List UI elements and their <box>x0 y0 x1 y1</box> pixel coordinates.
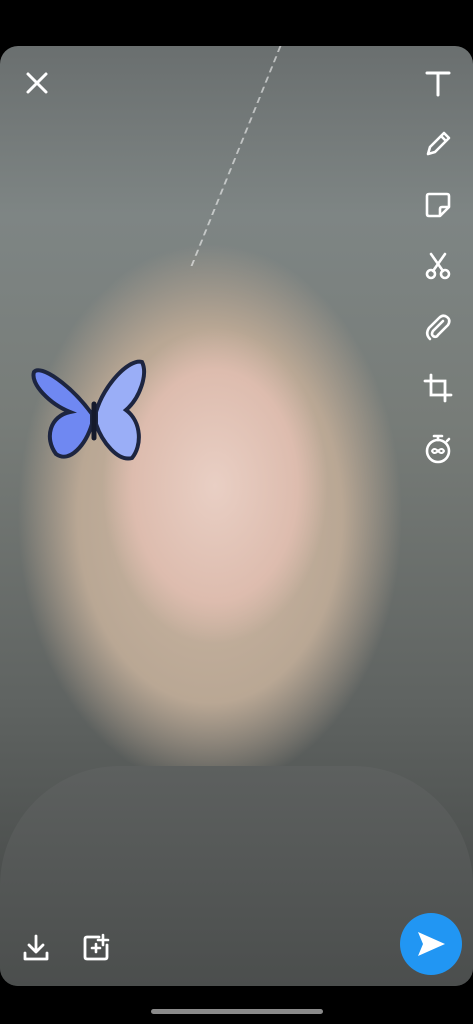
scissors-icon <box>425 252 451 280</box>
crop-icon <box>423 373 453 403</box>
send-button[interactable] <box>400 913 462 975</box>
crop-tool-button[interactable] <box>421 371 455 405</box>
close-button[interactable] <box>20 66 54 100</box>
pencil-icon <box>426 131 451 156</box>
text-icon <box>425 71 451 97</box>
close-icon <box>26 72 48 94</box>
send-arrow-icon <box>418 932 445 956</box>
text-tool-button[interactable] <box>421 66 455 100</box>
snap-photo <box>0 46 473 986</box>
seat-stitching <box>190 46 362 266</box>
sticker-icon <box>425 192 451 218</box>
add-to-story-icon <box>83 933 110 961</box>
paperclip-icon <box>425 314 451 341</box>
sticker-tool-button[interactable] <box>421 188 455 222</box>
save-button[interactable] <box>18 930 54 966</box>
add-to-story-button[interactable] <box>78 930 114 966</box>
butterfly-lens-icon <box>31 359 146 461</box>
home-indicator[interactable] <box>151 1009 323 1014</box>
download-icon <box>23 934 49 961</box>
timer-tool-button[interactable] <box>421 432 455 466</box>
attach-link-tool-button[interactable] <box>421 310 455 344</box>
scissors-tool-button[interactable] <box>421 249 455 283</box>
draw-tool-button[interactable] <box>421 127 455 161</box>
timer-infinity-icon <box>425 434 451 464</box>
